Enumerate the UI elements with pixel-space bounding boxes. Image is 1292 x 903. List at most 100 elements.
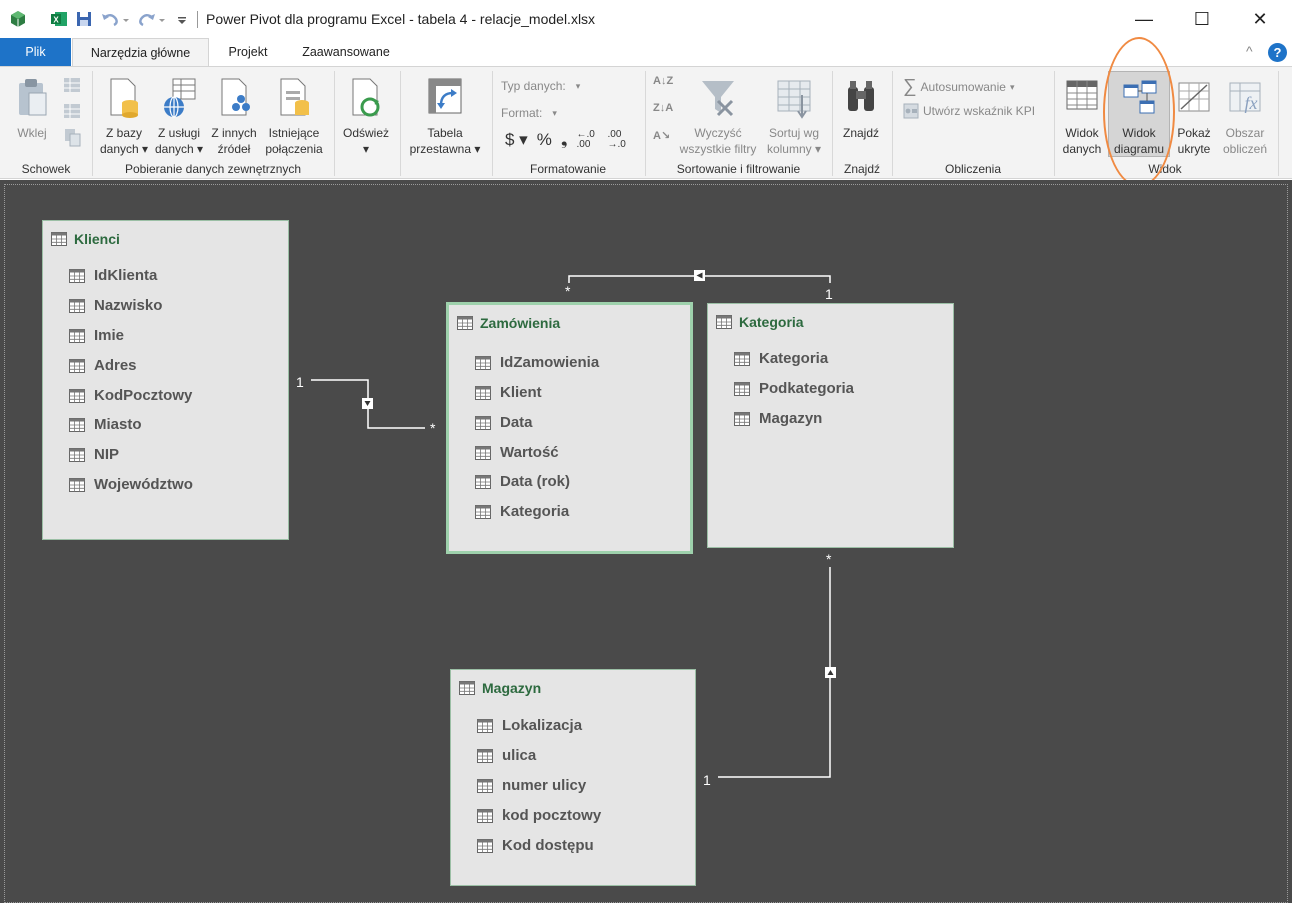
column-item[interactable]: IdZamowienia <box>475 354 599 371</box>
pivot-table-button[interactable]: Tabela przestawna ▾ <box>404 77 486 157</box>
title-bar: X Power Pivot dla programu Excel - tabel… <box>0 0 1292 38</box>
close-button[interactable]: ✕ <box>1231 0 1289 38</box>
table-kategoria[interactable]: Kategoria Kategoria Podkategoria Magazyn <box>707 303 954 548</box>
autosum-button[interactable]: ∑ Autosumowanie ▾ <box>903 76 1014 98</box>
column-item[interactable]: Lokalizacja <box>477 717 582 734</box>
format-dropdown[interactable]: Format: ▾ <box>501 106 557 120</box>
column-item[interactable]: Data <box>475 414 533 431</box>
column-icon <box>69 358 85 373</box>
column-item[interactable]: KodPocztowy <box>69 387 192 404</box>
copy-format-icon[interactable] <box>61 127 83 147</box>
show-hidden-button[interactable]: Pokaż ukryte <box>1172 77 1216 157</box>
refresh-dropdown-arrow[interactable]: ▾ <box>338 141 394 157</box>
comma-format-button[interactable]: ❟ <box>561 130 568 150</box>
column-item[interactable]: Wartość <box>475 444 559 461</box>
existing-connections-button[interactable]: Istniejące połączenia <box>262 77 326 157</box>
column-item[interactable]: Podkategoria <box>734 380 854 397</box>
sort-by-column-button[interactable]: Sortuj wg kolumny ▾ <box>762 77 826 157</box>
column-item[interactable]: Imie <box>69 327 124 344</box>
existing-connections-label-1: Istniejące <box>268 126 320 140</box>
group-separator <box>645 71 646 176</box>
column-icon <box>69 268 85 283</box>
column-name: IdZamowienia <box>500 354 600 371</box>
find-button[interactable]: Znajdź <box>836 77 886 141</box>
decrease-decimal-button[interactable]: .00 →.0 <box>608 130 630 150</box>
copy-icon[interactable] <box>61 101 83 121</box>
column-item[interactable]: Kategoria <box>475 503 569 520</box>
data-type-dropdown[interactable]: Typ danych: ▾ <box>501 79 580 93</box>
column-item[interactable]: Klient <box>475 384 542 401</box>
save-icon[interactable] <box>75 10 93 28</box>
sort-descending-button[interactable]: Z↓A <box>653 102 673 114</box>
column-item[interactable]: IdKlienta <box>69 267 157 284</box>
find-label: Znajdź <box>842 126 880 140</box>
calculations-group-label: Obliczenia <box>944 162 1002 176</box>
group-separator <box>892 71 893 176</box>
column-item[interactable]: NIP <box>69 446 119 463</box>
cardinality-label: * <box>565 283 571 299</box>
column-item[interactable]: ulica <box>477 747 536 764</box>
help-icon[interactable]: ? <box>1268 43 1287 62</box>
column-item[interactable]: numer ulicy <box>477 777 586 794</box>
minimize-button[interactable]: — <box>1115 0 1173 38</box>
maximize-button[interactable]: ☐ <box>1173 0 1231 38</box>
column-item[interactable]: Data (rok) <box>475 473 570 490</box>
column-item[interactable]: Kod dostępu <box>477 837 594 854</box>
customize-qat-icon[interactable] <box>175 10 189 28</box>
column-icon <box>734 381 750 396</box>
column-item[interactable]: Miasto <box>69 416 142 433</box>
column-icon <box>477 838 493 853</box>
database-icon <box>110 78 138 118</box>
create-kpi-button[interactable]: Utwórz wskaźnik KPI <box>903 103 1035 119</box>
percent-format-button[interactable]: % <box>537 130 552 150</box>
diagram-view-button[interactable]: Widok diagramu <box>1108 71 1170 157</box>
refresh-button[interactable]: Odśwież ▾ <box>338 77 394 157</box>
cardinality-label: * <box>826 551 832 567</box>
column-icon <box>69 298 85 313</box>
column-item[interactable]: Magazyn <box>734 410 822 427</box>
column-name: NIP <box>94 446 120 463</box>
formatting-group-label: Formatowanie <box>529 162 607 176</box>
table-klienci[interactable]: Klienci IdKlienta Nazwisko Imie Adres Ko… <box>42 220 289 540</box>
from-database-label-1: Z bazy <box>105 126 142 140</box>
clear-sort-button[interactable]: A↘ <box>653 129 670 142</box>
table-magazyn[interactable]: Magazyn Lokalizacja ulica numer ulicy ko… <box>450 669 696 886</box>
tab-file[interactable]: Plik <box>0 38 71 66</box>
currency-format-button[interactable]: $ ▾ <box>505 130 528 150</box>
tab-home[interactable]: Narzędzia główne <box>72 38 209 66</box>
group-separator <box>832 71 833 176</box>
column-icon <box>69 417 85 432</box>
column-icon <box>734 411 750 426</box>
column-icon <box>69 477 85 492</box>
format-arrow: ▾ <box>552 107 557 118</box>
column-name: Imie <box>94 327 125 344</box>
table-zamowienia[interactable]: Zamówienia IdZamowienia Klient Data Wart… <box>446 302 693 554</box>
autosum-arrow: ▾ <box>1009 81 1015 92</box>
column-item[interactable]: Województwo <box>69 476 193 493</box>
number-format-buttons: $ ▾ % ❟ ←.0 .00 .00 →.0 <box>505 130 630 150</box>
redo-icon[interactable] <box>137 10 167 28</box>
clear-all-filters-button[interactable]: Wyczyść wszystkie filtry <box>676 77 760 157</box>
column-item[interactable]: Kategoria <box>734 350 828 367</box>
sort-ascending-button[interactable]: A↓Z <box>653 75 673 87</box>
column-icon <box>475 474 491 489</box>
collapse-ribbon-button[interactable]: ^ <box>1246 43 1253 59</box>
column-name: Adres <box>94 357 137 374</box>
column-icon <box>475 415 491 430</box>
binoculars-icon <box>848 81 874 111</box>
cut-icon[interactable] <box>61 75 83 95</box>
increase-decimal-button[interactable]: ←.0 .00 <box>577 130 599 150</box>
from-database-button[interactable]: Z bazy danych ▾ <box>98 77 150 157</box>
tab-project[interactable]: Projekt <box>214 38 282 66</box>
calculation-area-button[interactable]: fx Obszar obliczeń <box>1218 77 1272 157</box>
column-item[interactable]: Adres <box>69 357 137 374</box>
paste-button[interactable]: Wklej <box>10 77 54 141</box>
data-view-button[interactable]: Widok danych <box>1058 77 1106 157</box>
column-item[interactable]: kod pocztowy <box>477 807 601 824</box>
undo-icon[interactable] <box>100 10 130 28</box>
excel-icon[interactable]: X <box>50 10 68 28</box>
tab-advanced[interactable]: Zaawansowane <box>290 38 402 66</box>
from-other-sources-button[interactable]: Z innych źródeł <box>208 77 260 157</box>
column-item[interactable]: Nazwisko <box>69 297 162 314</box>
from-service-button[interactable]: Z usługi danych ▾ <box>152 77 206 157</box>
